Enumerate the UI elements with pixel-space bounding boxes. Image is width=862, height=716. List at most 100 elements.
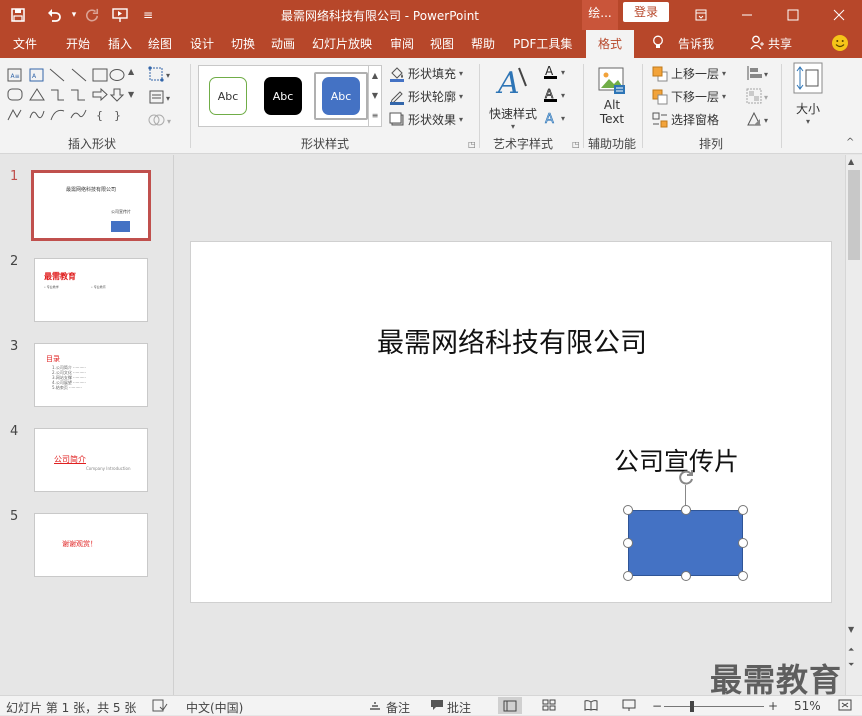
resize-handle-top[interactable] — [681, 505, 691, 515]
zoom-level[interactable]: 51% — [794, 699, 821, 713]
reading-view-icon[interactable] — [584, 699, 598, 714]
edit-shape-icon[interactable]: ▾ — [148, 66, 176, 85]
resize-handle-bottom-right[interactable] — [738, 571, 748, 581]
gallery-more-icon[interactable]: ≡ — [368, 106, 381, 126]
text-outline-button[interactable]: A ▾ — [543, 87, 569, 103]
notes-icon[interactable] — [368, 699, 382, 714]
redo-icon[interactable] — [80, 3, 104, 27]
slide-thumbnail-5[interactable]: 谢谢观赏！ — [34, 513, 148, 577]
style-preset-selected-frame[interactable]: Abc — [314, 72, 368, 120]
zoom-slider-track[interactable] — [664, 706, 764, 707]
rotate-handle-icon[interactable] — [677, 468, 695, 486]
spellcheck-icon[interactable] — [152, 699, 168, 715]
normal-view-icon[interactable] — [498, 697, 522, 714]
text-fill-button[interactable]: A ▾ — [543, 64, 569, 80]
save-icon[interactable] — [6, 3, 30, 27]
resize-handle-top-left[interactable] — [623, 505, 633, 515]
login-button[interactable]: 登录 — [623, 2, 669, 22]
alt-text-button[interactable]: Alt Text — [589, 65, 635, 126]
shape-outline-button[interactable]: 形状轮廓 ▾ — [389, 88, 463, 105]
tab-insert[interactable]: 插入 — [108, 35, 132, 52]
gallery-up-icon[interactable]: ▲ — [368, 66, 381, 86]
slide-thumbnail-2[interactable]: 最需教育 • 专业教学 • 专业教育 — [34, 258, 148, 322]
notes-button[interactable]: 备注 — [386, 699, 410, 716]
maximize-icon[interactable] — [770, 0, 816, 30]
align-icon[interactable]: ▾ — [746, 65, 772, 84]
resize-handle-bottom-left[interactable] — [623, 571, 633, 581]
shapes-scroll-icon[interactable]: ▼ — [128, 90, 134, 99]
shape-style-gallery[interactable]: Abc Abc Abc ▲ ▼ ≡ — [198, 65, 382, 127]
text-effects-button[interactable]: A ▾ — [543, 110, 569, 126]
resize-handle-top-right[interactable] — [738, 505, 748, 515]
smiley-feedback-icon[interactable] — [831, 34, 849, 55]
effects-icon — [389, 112, 405, 128]
slide-title-textbox[interactable]: 最需网络科技有限公司 — [191, 321, 833, 360]
tab-draw[interactable]: 绘图 — [148, 35, 172, 52]
tab-help[interactable]: 帮助 — [471, 35, 495, 52]
dialog-launcher-icon[interactable]: ◳ — [468, 140, 476, 149]
dialog-launcher-icon[interactable]: ◳ — [572, 140, 580, 149]
scroll-thumb[interactable] — [848, 170, 860, 260]
tab-home[interactable]: 开始 — [66, 35, 90, 52]
drawing-tools-context-tab[interactable]: 绘... — [582, 0, 618, 30]
tab-file[interactable]: 文件 — [13, 35, 37, 52]
tell-me-search[interactable]: 告诉我 — [678, 35, 714, 52]
vertical-scrollbar[interactable]: ▲ ▼ ⏶ ⏷ — [845, 155, 862, 695]
style-preset-black[interactable]: Abc — [264, 77, 302, 115]
size-button[interactable]: 大小 ▾ — [789, 62, 827, 126]
selection-pane-button[interactable]: 选择窗格 — [652, 111, 719, 128]
quick-styles-button[interactable]: A 快速样式 ▾ — [487, 64, 539, 131]
collapse-ribbon-icon[interactable]: ^ — [846, 137, 854, 148]
shapes-more-icon[interactable]: ▲ — [128, 67, 134, 76]
shape-fill-button[interactable]: 形状填充 ▾ — [389, 65, 463, 82]
slide-thumbnail-4[interactable]: 公司简介 Company Introduction — [34, 428, 148, 492]
tab-transitions[interactable]: 切换 — [231, 35, 255, 52]
tab-review[interactable]: 审阅 — [390, 35, 414, 52]
slide-thumbnail-1[interactable]: 最需网络科技有限公司 公司宣传片 — [31, 170, 151, 241]
fit-to-window-icon[interactable] — [838, 699, 852, 714]
rotate-icon[interactable]: ▾ — [746, 111, 772, 130]
share-button[interactable]: 共享 — [768, 35, 792, 52]
slide-canvas[interactable]: 最需网络科技有限公司 公司宣传片 — [190, 241, 832, 603]
tab-format[interactable]: 格式 — [586, 30, 635, 58]
scroll-up-icon[interactable]: ▲ — [848, 157, 854, 166]
language-indicator[interactable]: 中文(中国) — [186, 699, 243, 716]
zoom-out-icon[interactable]: − — [652, 699, 662, 713]
resize-handle-left[interactable] — [623, 538, 633, 548]
slide-thumbnail-3[interactable]: 目录 1.公司简介 ·········· 2.公司文化 ·········· 3… — [34, 343, 148, 407]
minimize-icon[interactable] — [724, 0, 770, 30]
tab-slideshow[interactable]: 幻灯片放映 — [312, 35, 372, 52]
tab-pdf-tools[interactable]: PDF工具集 — [513, 35, 572, 52]
merge-shapes-icon[interactable]: ▾ — [148, 112, 176, 131]
tab-animations[interactable]: 动画 — [271, 35, 295, 52]
tab-design[interactable]: 设计 — [190, 35, 214, 52]
shapes-gallery[interactable]: A≡ A { } — [5, 65, 130, 125]
tab-view[interactable]: 视图 — [430, 35, 454, 52]
resize-handle-right[interactable] — [738, 538, 748, 548]
gallery-down-icon[interactable]: ▼ — [368, 86, 381, 106]
text-box-icon[interactable]: ▾ — [148, 89, 176, 108]
customize-toolbar-icon[interactable]: ≡ — [136, 3, 160, 27]
shape-effects-button[interactable]: 形状效果 ▾ — [389, 111, 463, 128]
bring-forward-button[interactable]: 上移一层 ▾ — [652, 65, 726, 82]
zoom-in-icon[interactable]: + — [768, 699, 778, 713]
shapes-palette-icon[interactable]: A≡ A { } — [5, 65, 130, 125]
group-objects-icon[interactable]: ▾ — [746, 88, 772, 107]
selected-rectangle-shape[interactable] — [628, 510, 743, 576]
zoom-slider-thumb[interactable] — [690, 701, 694, 712]
resize-handle-bottom[interactable] — [681, 571, 691, 581]
close-icon[interactable] — [816, 0, 862, 30]
ribbon-display-options-icon[interactable] — [678, 0, 724, 30]
next-slide-icon[interactable]: ⏷ — [848, 660, 854, 670]
present-from-start-icon[interactable] — [108, 3, 132, 27]
share-person-icon[interactable] — [750, 35, 764, 53]
style-preset-blue[interactable]: Abc — [322, 77, 360, 115]
style-preset-outline[interactable]: Abc — [209, 77, 247, 115]
comments-icon[interactable] — [430, 699, 444, 714]
comments-button[interactable]: 批注 — [447, 699, 471, 716]
slide-sorter-icon[interactable] — [542, 699, 556, 714]
send-backward-button[interactable]: 下移一层 ▾ — [652, 88, 726, 105]
previous-slide-icon[interactable]: ⏶ — [848, 645, 854, 655]
slideshow-icon[interactable] — [622, 699, 636, 714]
scroll-down-icon[interactable]: ▼ — [848, 625, 854, 634]
